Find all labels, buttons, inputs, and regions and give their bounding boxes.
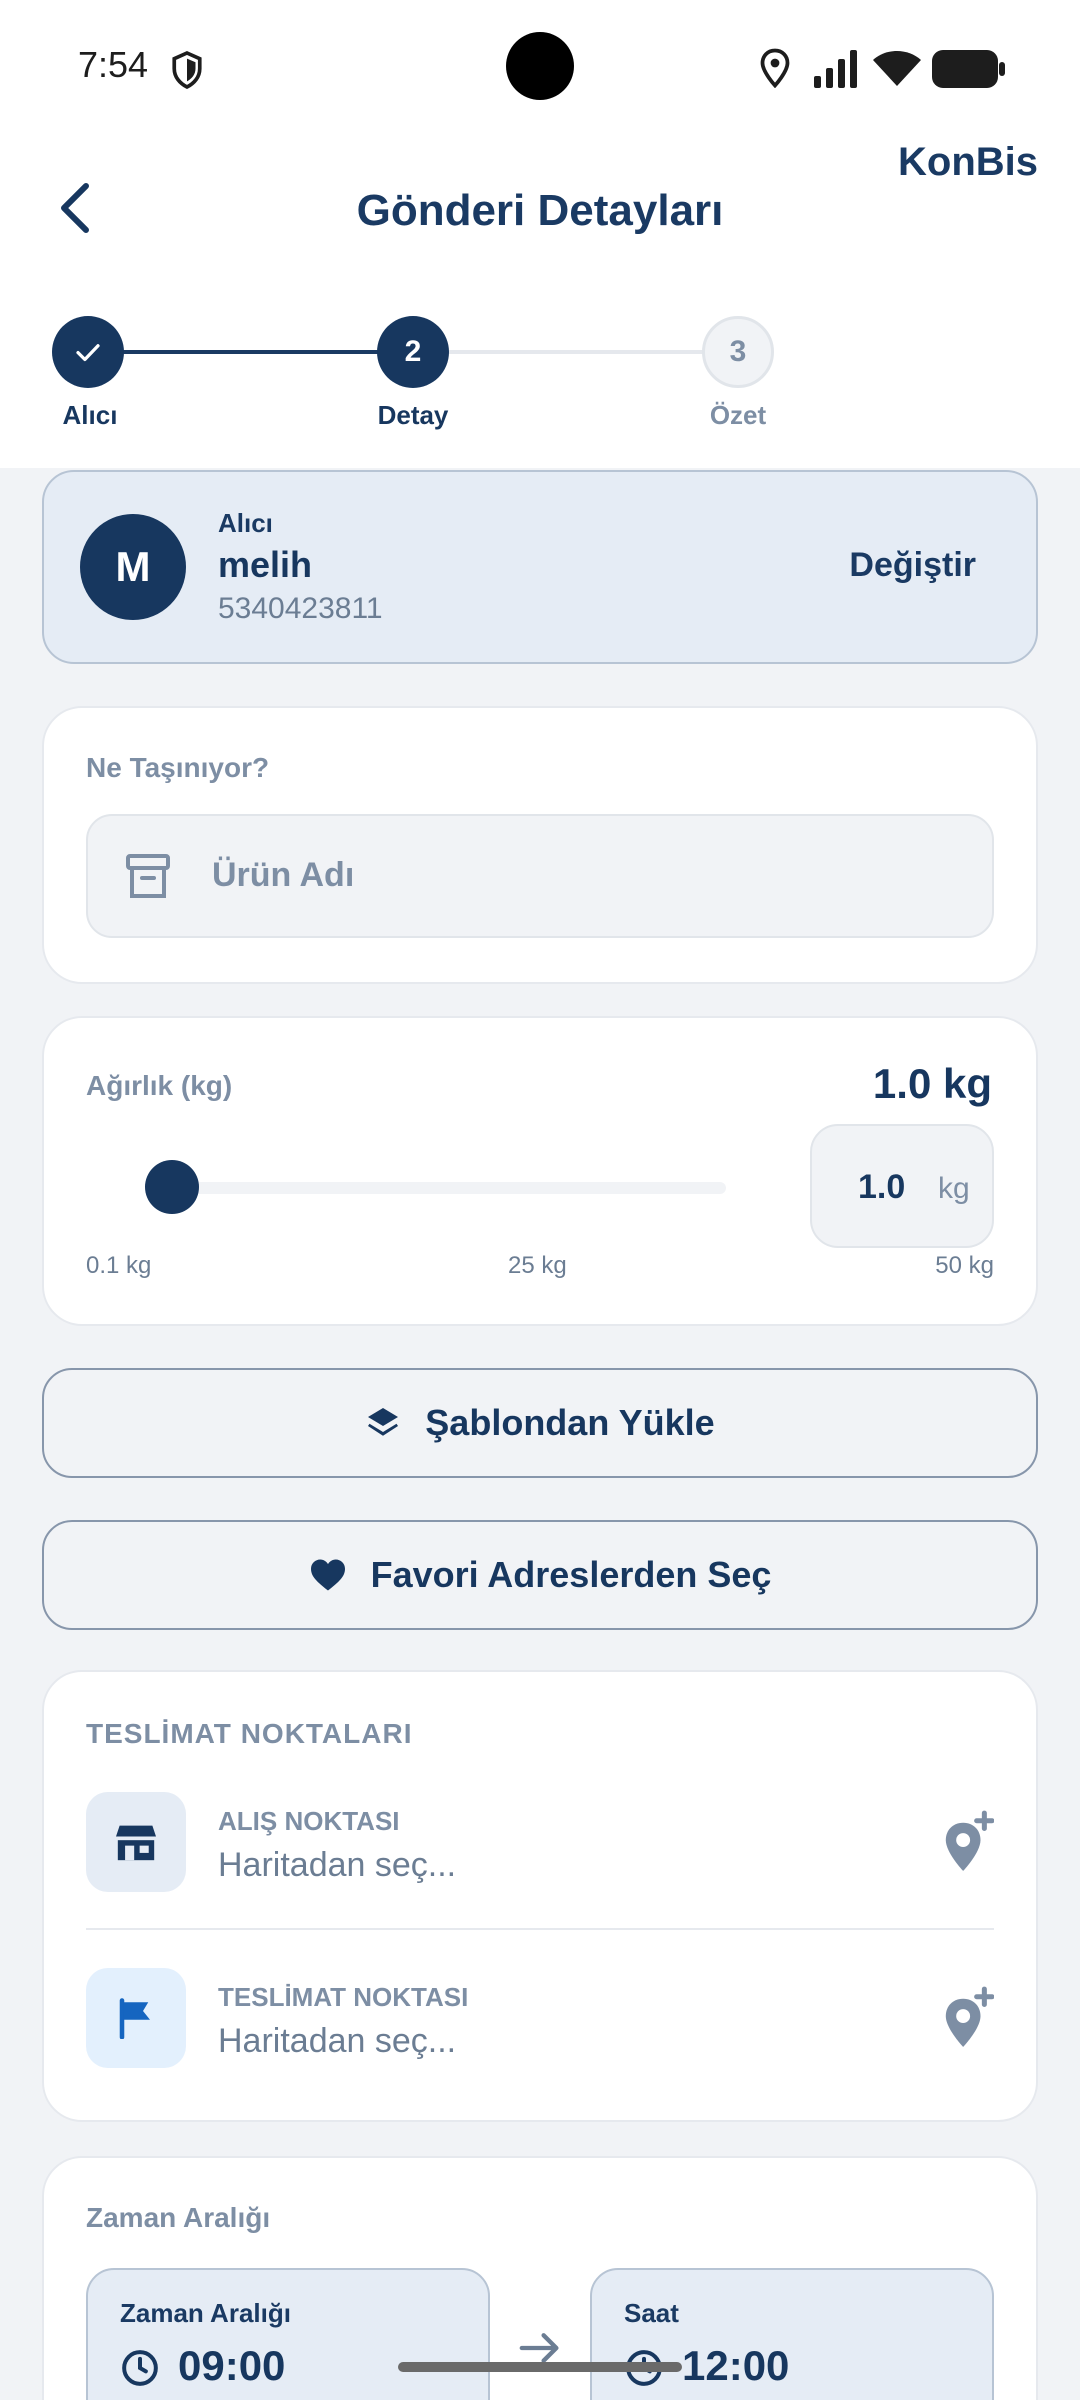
add-location-icon[interactable] [940,1986,994,2050]
heart-icon [310,1559,345,1591]
weight-input-value: 1.0 [858,1168,906,1206]
weight-input-unit: kg [938,1172,970,1205]
dropoff-icon-box [86,1968,186,2068]
delivery-points-divider [86,1928,994,1930]
product-name-placeholder: Ürün Adı [212,856,355,894]
home-indicator[interactable] [398,2362,682,2372]
store-icon [116,1825,156,1861]
step-2-label: Detay [377,400,449,430]
shield-icon [172,50,202,90]
layers-icon [368,1408,399,1436]
recipient-name: melih [218,544,313,585]
weight-mid-label: 25 kg [508,1252,567,1279]
time-range-title: Zaman Aralığı [86,2202,271,2233]
end-time-value: 12:00 [682,2342,790,2389]
step-1-circle [52,316,124,388]
load-template-button[interactable]: Şablondan Yükle [42,1368,1038,1478]
weight-display: 1.0 kg [872,1060,992,1107]
wifi-icon [873,51,921,86]
location-status-icon [760,48,790,88]
weight-label: Ağırlık (kg) [86,1070,233,1101]
step-1-label: Alıcı [62,400,118,430]
pickup-point-placeholder[interactable]: Haritadan seç... [218,1846,456,1885]
avatar: M [80,514,186,620]
recipient-phone: 5340423811 [218,592,383,625]
add-location-icon[interactable] [940,1810,994,1874]
recipient-label: Alıcı [218,508,273,538]
weight-slider-thumb[interactable] [145,1160,200,1214]
clock-icon [122,2350,158,2386]
pickup-icon-box [86,1792,186,1892]
start-time-label: Zaman Aralığı [120,2298,291,2328]
delivery-points-title: TESLİMAT NOKTALARI [86,1718,413,1749]
end-time-label: Saat [624,2298,679,2328]
favorite-addresses-button[interactable]: Favori Adreslerden Seç [42,1520,1038,1630]
battery-icon [932,50,1005,88]
flag-icon [119,1998,150,2039]
step-2-circle: 2 [377,316,449,388]
camera-cutout [506,32,574,100]
step-3-circle: 3 [702,316,774,388]
stepper-line-pending [412,350,738,354]
dropoff-point-title: TESLİMAT NOKTASI [218,1982,469,2012]
signal-icon [814,50,857,88]
item-section-label: Ne Taşınıyor? [86,752,270,783]
weight-max-label: 50 kg [935,1252,994,1279]
favorite-addresses-label: Favori Adreslerden Seç [370,1554,772,1595]
dropoff-point-placeholder[interactable]: Haritadan seç... [218,2022,456,2061]
page-title: Gönderi Detayları [356,186,724,235]
change-recipient-button[interactable]: Değiştir [849,546,976,585]
check-icon [76,344,100,362]
weight-slider-track[interactable] [162,1182,726,1194]
archive-box-icon [126,854,170,898]
pickup-point-title: ALIŞ NOKTASI [218,1806,400,1836]
load-template-label: Şablondan Yükle [425,1402,715,1443]
weight-min-label: 0.1 kg [86,1252,152,1279]
status-time: 7:54 [78,44,149,85]
start-time-value: 09:00 [178,2342,286,2389]
brand-logo: KonBis [898,140,1038,184]
step-3-label: Özet [709,400,767,430]
stepper-line-complete [90,350,412,354]
